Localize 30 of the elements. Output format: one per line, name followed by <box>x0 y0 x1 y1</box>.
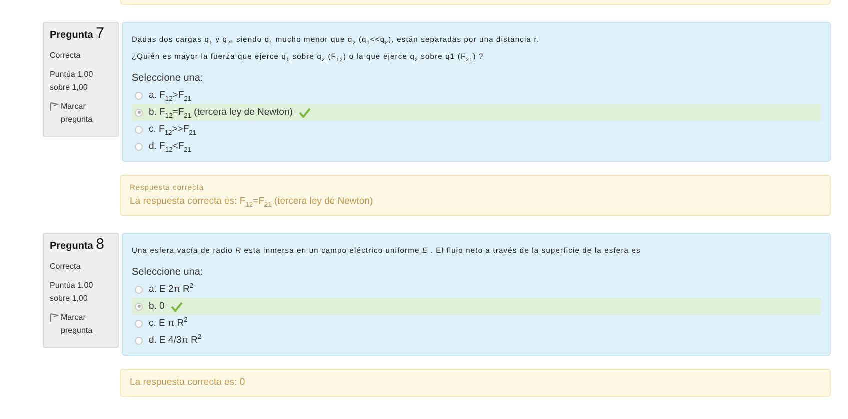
radio-button[interactable] <box>135 126 143 134</box>
option-label[interactable]: c. E π R$^{2}$ <box>149 318 188 329</box>
question-grade: Puntúa 1,00 sobre 1,00 <box>50 69 94 94</box>
radio-button[interactable] <box>135 142 143 150</box>
option-label[interactable]: b. 0 <box>149 301 165 312</box>
question-grade: Puntúa 1,00 sobre 1,00 <box>50 280 94 305</box>
radio-button[interactable] <box>135 302 143 310</box>
select-label: Seleccione una: <box>132 73 204 84</box>
question-state: Correcta <box>50 50 82 62</box>
question-state: Correcta <box>50 261 82 273</box>
question-number: Pregunta 8 <box>50 238 106 253</box>
question-number: Pregunta 7 <box>50 27 106 42</box>
flag-link[interactable]: Marcar pregunta <box>61 100 112 126</box>
option-label[interactable]: c. F$_{12}$>>F$_{21}$ <box>149 124 197 135</box>
correct-answer-text: La respuesta correcta es: 0 <box>130 377 246 388</box>
radio-button[interactable] <box>135 108 143 116</box>
flag-link[interactable]: Marcar pregunta <box>61 311 112 337</box>
radio-button[interactable] <box>135 92 143 100</box>
flag-icon <box>50 102 59 111</box>
option-label[interactable]: d. E 4/3π R$^{2}$ <box>149 335 202 346</box>
option-label[interactable]: d. F$_{12}$<F$_{21}$ <box>149 141 192 152</box>
option-label[interactable]: a. F$_{12}$>F$_{21}$ <box>149 90 192 101</box>
option-label[interactable]: a. E 2π R$^{2}$ <box>149 284 194 295</box>
radio-button[interactable] <box>135 336 143 344</box>
flag-icon <box>50 313 59 322</box>
option-label[interactable]: b. F$_{12}$=F$_{21}$ (tercera ley de Newton) <box>149 107 293 118</box>
select-label: Seleccione una: <box>132 267 204 278</box>
radio-button[interactable] <box>135 286 143 294</box>
correct-answer-text: La respuesta correcta es: F$_{12}$=F$_{21}$ (tercera ley de Newton) <box>130 196 374 207</box>
radio-button[interactable] <box>135 320 143 328</box>
